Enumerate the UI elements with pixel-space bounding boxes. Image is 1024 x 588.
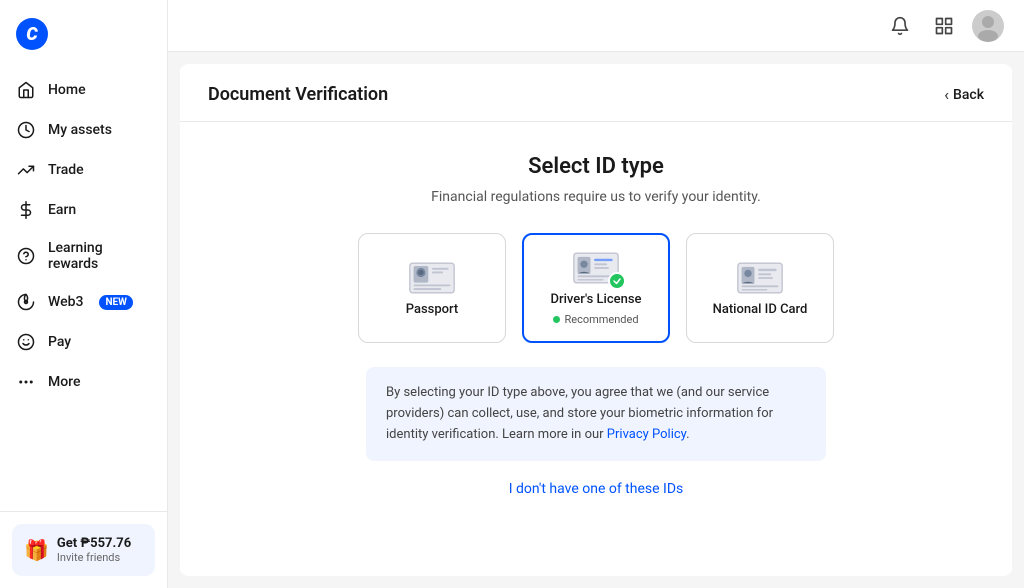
sidebar-bottom: 🎁 Get ₱557.76 Invite friends (0, 511, 167, 588)
logo[interactable]: C (0, 0, 167, 66)
recommended-dot-indicator (553, 316, 560, 323)
recommended-badge: Recommended (553, 313, 638, 326)
more-icon (16, 372, 36, 392)
id-card-national-id[interactable]: National ID Card (686, 233, 834, 343)
select-id-title: Select ID type (528, 154, 664, 179)
disclaimer-text: By selecting your ID type above, you agr… (386, 385, 773, 442)
assets-icon (16, 120, 36, 140)
sidebar-item-label: More (48, 374, 81, 390)
invite-text: Get ₱557.76 Invite friends (57, 536, 131, 564)
sidebar-item-earn[interactable]: Earn (0, 190, 167, 230)
select-id-subtitle: Financial regulations require us to veri… (431, 189, 761, 205)
passport-icon (408, 260, 456, 296)
content-area: Document Verification ‹ Back Select ID t… (180, 64, 1012, 576)
page-header: Document Verification ‹ Back (180, 64, 1012, 122)
passport-label: Passport (406, 302, 459, 317)
sidebar-nav: Home My assets Trade Earn (0, 66, 167, 511)
no-id-link[interactable]: I don't have one of these IDs (509, 481, 684, 497)
sidebar-item-home[interactable]: Home (0, 70, 167, 110)
sidebar-item-trade[interactable]: Trade (0, 150, 167, 190)
drivers-license-label: Driver's License (551, 292, 642, 307)
header (168, 0, 1024, 52)
sidebar-item-label: Pay (48, 334, 71, 350)
sidebar-item-web3[interactable]: Web3 NEW (0, 282, 167, 322)
new-badge: NEW (99, 295, 132, 310)
sidebar-item-label: Home (48, 82, 86, 98)
sidebar-item-my-assets[interactable]: My assets (0, 110, 167, 150)
sidebar-item-label: Learning rewards (48, 240, 151, 272)
gift-icon: 🎁 (24, 538, 49, 562)
disclaimer-box: By selecting your ID type above, you agr… (366, 367, 826, 461)
page-title: Document Verification (208, 84, 388, 105)
sidebar-item-label: Earn (48, 202, 76, 218)
web3-icon (16, 292, 36, 312)
sidebar-item-label: Web3 (48, 294, 83, 310)
id-card-passport[interactable]: Passport (358, 233, 506, 343)
main: Document Verification ‹ Back Select ID t… (168, 0, 1024, 588)
invite-amount: Get ₱557.76 (57, 536, 131, 551)
page-body: Select ID type Financial regulations req… (180, 122, 1012, 529)
home-icon (16, 80, 36, 100)
sidebar-item-label: Trade (48, 162, 84, 178)
bell-icon[interactable] (884, 10, 916, 42)
national-id-icon (736, 260, 784, 296)
trade-icon (16, 160, 36, 180)
invite-sub: Invite friends (57, 551, 131, 564)
id-cards: Passport (358, 233, 834, 343)
logo-circle: C (16, 18, 48, 50)
privacy-policy-link[interactable]: Privacy Policy (607, 427, 686, 442)
sidebar-item-learning-rewards[interactable]: Learning rewards (0, 230, 167, 282)
avatar[interactable] (972, 10, 1004, 42)
invite-card[interactable]: 🎁 Get ₱557.76 Invite friends (12, 524, 155, 576)
pay-icon (16, 332, 36, 352)
back-label: Back (953, 87, 984, 103)
sidebar-item-pay[interactable]: Pay (0, 322, 167, 362)
id-card-drivers-license[interactable]: Driver's License Recommended (522, 233, 670, 343)
earn-icon (16, 200, 36, 220)
back-button[interactable]: ‹ Back (944, 85, 984, 104)
national-id-label: National ID Card (713, 302, 808, 317)
sidebar-item-more[interactable]: More (0, 362, 167, 402)
back-chevron-icon: ‹ (944, 85, 949, 104)
recommended-label: Recommended (564, 313, 638, 326)
sidebar-item-label: My assets (48, 122, 112, 138)
grid-icon[interactable] (928, 10, 960, 42)
drivers-license-icon (572, 250, 620, 286)
sidebar: C Home My assets Trade (0, 0, 168, 588)
selected-checkmark (608, 272, 626, 290)
learning-icon (16, 246, 36, 266)
